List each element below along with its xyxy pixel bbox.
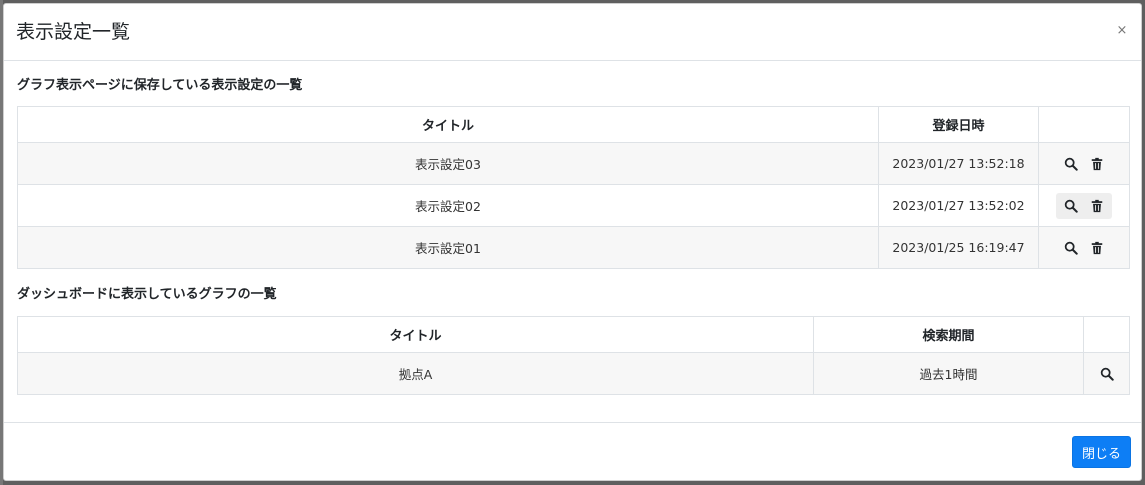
table-row: 表示設定03 2023/01/27 13:52:18 — [17, 142, 1130, 185]
graph-title-cell: 拠点A — [17, 352, 814, 395]
column-header-title: タイトル — [17, 106, 879, 143]
saved-settings-table: タイトル 登録日時 表示設定03 2023/01/27 13:52:18 表示設… — [17, 106, 1130, 269]
search-icon — [1064, 157, 1078, 171]
trash-icon — [1091, 241, 1103, 254]
delete-setting-button[interactable] — [1086, 153, 1108, 175]
registered-at-cell: 2023/01/25 16:19:47 — [878, 226, 1039, 269]
modal-footer: 閉じる — [4, 422, 1141, 482]
saved-settings-section-title: グラフ表示ページに保存している表示設定の一覧 — [17, 78, 303, 93]
dashboard-graphs-section-title: ダッシュボードに表示しているグラフの一覧 — [17, 287, 277, 302]
table-row: 表示設定02 2023/01/27 13:52:02 — [17, 184, 1130, 227]
close-x-button[interactable]: × — [1115, 22, 1129, 40]
view-graph-button[interactable] — [1096, 363, 1118, 385]
column-header-title: タイトル — [17, 316, 814, 353]
actions-cell — [1083, 352, 1130, 395]
table-header-row: タイトル 登録日時 — [17, 106, 1130, 143]
view-setting-button[interactable] — [1060, 237, 1082, 259]
delete-setting-button[interactable] — [1086, 237, 1108, 259]
actions-cell — [1038, 184, 1130, 227]
actions-cell — [1038, 226, 1130, 269]
modal-header: 表示設定一覧 × — [4, 4, 1141, 61]
search-period-cell: 過去1時間 — [813, 352, 1084, 395]
table-header-row: タイトル 検索期間 — [17, 316, 1130, 353]
registered-at-cell: 2023/01/27 13:52:02 — [878, 184, 1039, 227]
actions-cell — [1038, 142, 1130, 185]
column-header-registered-at: 登録日時 — [878, 106, 1039, 143]
column-header-actions — [1038, 106, 1130, 143]
column-header-actions — [1083, 316, 1130, 353]
close-button[interactable]: 閉じる — [1071, 436, 1131, 468]
delete-setting-button[interactable] — [1086, 195, 1108, 217]
trash-icon — [1091, 157, 1103, 170]
search-icon — [1064, 241, 1078, 255]
trash-icon — [1091, 199, 1103, 212]
search-icon — [1064, 199, 1078, 213]
view-setting-button[interactable] — [1060, 153, 1082, 175]
display-settings-modal: 表示設定一覧 × グラフ表示ページに保存している表示設定の一覧 タイトル 登録日… — [3, 3, 1142, 481]
column-header-search-period: 検索期間 — [813, 316, 1084, 353]
modal-title: 表示設定一覧 — [16, 21, 131, 43]
setting-title-cell: 表示設定03 — [17, 142, 879, 185]
view-setting-button[interactable] — [1060, 195, 1082, 217]
registered-at-cell: 2023/01/27 13:52:18 — [878, 142, 1039, 185]
setting-title-cell: 表示設定01 — [17, 226, 879, 269]
dashboard-graphs-table: タイトル 検索期間 拠点A 過去1時間 — [17, 316, 1130, 395]
setting-title-cell: 表示設定02 — [17, 184, 879, 227]
search-icon — [1100, 367, 1114, 381]
table-row: 表示設定01 2023/01/25 16:19:47 — [17, 226, 1130, 269]
table-row: 拠点A 過去1時間 — [17, 352, 1130, 395]
